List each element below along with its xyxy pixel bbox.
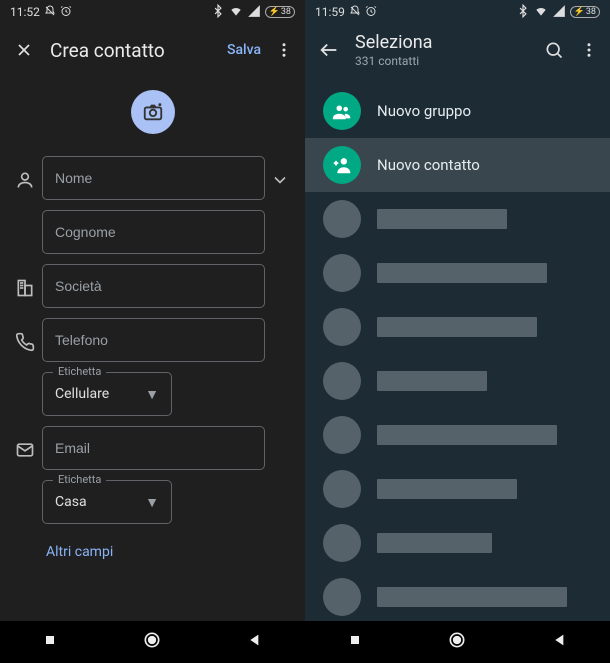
name-placeholder — [377, 479, 517, 499]
signal-icon — [552, 4, 566, 21]
nav-bar — [305, 621, 610, 663]
nav-home-icon[interactable] — [142, 630, 162, 654]
company-input[interactable] — [55, 278, 252, 294]
contact-row-placeholder[interactable] — [305, 300, 610, 354]
phone-input[interactable] — [55, 332, 252, 348]
new-contact-label: Nuovo contatto — [377, 156, 480, 174]
alarm-icon — [365, 5, 377, 20]
save-button[interactable]: Salva — [227, 42, 261, 58]
status-time: 11:52 — [10, 5, 40, 19]
bluetooth-icon — [211, 4, 225, 21]
battery-indicator: ⚡38 — [570, 6, 600, 18]
email-label-value: Casa — [55, 494, 87, 510]
more-fields-link[interactable]: Altri campi — [0, 534, 301, 560]
avatar-placeholder — [323, 200, 361, 238]
phone-icon — [8, 318, 42, 352]
nav-back-icon[interactable] — [552, 632, 568, 652]
wifi-icon — [229, 4, 243, 21]
page-title: Crea contatto — [50, 39, 213, 62]
email-icon — [8, 426, 42, 460]
avatar-placeholder — [323, 362, 361, 400]
email-label-caption: Etichetta — [53, 473, 106, 486]
status-time: 11:59 — [315, 5, 345, 19]
dnd-icon — [349, 5, 361, 20]
add-person-icon — [323, 146, 361, 184]
more-icon[interactable] — [275, 38, 293, 62]
page-subtitle: 331 contatti — [355, 54, 528, 68]
signal-icon — [247, 4, 261, 21]
contact-row-placeholder[interactable] — [305, 516, 610, 570]
close-icon[interactable] — [12, 38, 36, 62]
email-field[interactable] — [42, 426, 265, 470]
phone-field[interactable] — [42, 318, 265, 362]
nav-back-icon[interactable] — [247, 632, 263, 652]
nav-home-icon[interactable] — [447, 630, 467, 654]
avatar-placeholder — [323, 470, 361, 508]
name-placeholder — [377, 263, 547, 283]
new-group-item[interactable]: Nuovo gruppo — [305, 84, 610, 138]
nav-recents-icon[interactable] — [42, 632, 58, 652]
more-icon[interactable] — [580, 38, 598, 62]
new-group-label: Nuovo gruppo — [377, 102, 471, 120]
contact-row-placeholder[interactable] — [305, 246, 610, 300]
nav-recents-icon[interactable] — [347, 632, 363, 652]
name-field[interactable] — [42, 156, 265, 200]
company-field[interactable] — [42, 264, 265, 308]
avatar-placeholder — [323, 524, 361, 562]
contact-row-placeholder[interactable] — [305, 192, 610, 246]
contact-row-placeholder[interactable] — [305, 462, 610, 516]
name-input[interactable] — [55, 170, 252, 186]
phone-label-caption: Etichetta — [53, 365, 106, 378]
surname-field[interactable] — [42, 210, 265, 254]
contact-form: Etichetta Cellulare ▼ Etichetta Casa ▼ — [0, 156, 305, 560]
contact-list: Nuovo gruppo Nuovo contatto — [305, 76, 610, 663]
contact-row-placeholder[interactable] — [305, 570, 610, 624]
chevron-down-icon: ▼ — [145, 494, 159, 511]
name-placeholder — [377, 533, 492, 553]
name-placeholder — [377, 371, 487, 391]
person-icon — [8, 156, 42, 190]
select-contact-screen: 11:59 ⚡38 Seleziona 331 — [305, 0, 610, 663]
company-icon — [8, 264, 42, 298]
email-input[interactable] — [55, 440, 252, 456]
status-bar: 11:59 ⚡38 — [305, 0, 610, 24]
appbar: Crea contatto Salva — [0, 24, 305, 76]
phone-label-value: Cellulare — [55, 386, 109, 402]
battery-indicator: ⚡38 — [265, 6, 295, 18]
add-photo-button[interactable] — [131, 90, 175, 134]
email-label-select[interactable]: Etichetta Casa ▼ — [42, 480, 172, 524]
dnd-icon — [44, 5, 56, 20]
back-icon[interactable] — [317, 38, 341, 62]
name-placeholder — [377, 317, 537, 337]
avatar-placeholder — [323, 416, 361, 454]
wifi-icon — [534, 4, 548, 21]
avatar-placeholder — [323, 308, 361, 346]
chevron-down-icon: ▼ — [145, 386, 159, 403]
search-icon[interactable] — [542, 38, 566, 62]
alarm-icon — [60, 5, 72, 20]
create-contact-screen: 11:52 ⚡38 Crea contatto Salva — [0, 0, 305, 663]
avatar-placeholder — [323, 578, 361, 616]
page-title: Seleziona — [355, 32, 528, 53]
group-icon — [323, 92, 361, 130]
new-contact-item[interactable]: Nuovo contatto — [305, 138, 610, 192]
surname-input[interactable] — [55, 224, 252, 240]
appbar: Seleziona 331 contatti — [305, 24, 610, 76]
nav-bar — [0, 621, 305, 663]
expand-name-icon[interactable] — [265, 156, 295, 190]
status-bar: 11:52 ⚡38 — [0, 0, 305, 24]
name-placeholder — [377, 209, 507, 229]
contact-row-placeholder[interactable] — [305, 354, 610, 408]
phone-label-select[interactable]: Etichetta Cellulare ▼ — [42, 372, 172, 416]
name-placeholder — [377, 587, 567, 607]
name-placeholder — [377, 425, 557, 445]
avatar-placeholder — [323, 254, 361, 292]
bluetooth-icon — [516, 4, 530, 21]
contact-row-placeholder[interactable] — [305, 408, 610, 462]
